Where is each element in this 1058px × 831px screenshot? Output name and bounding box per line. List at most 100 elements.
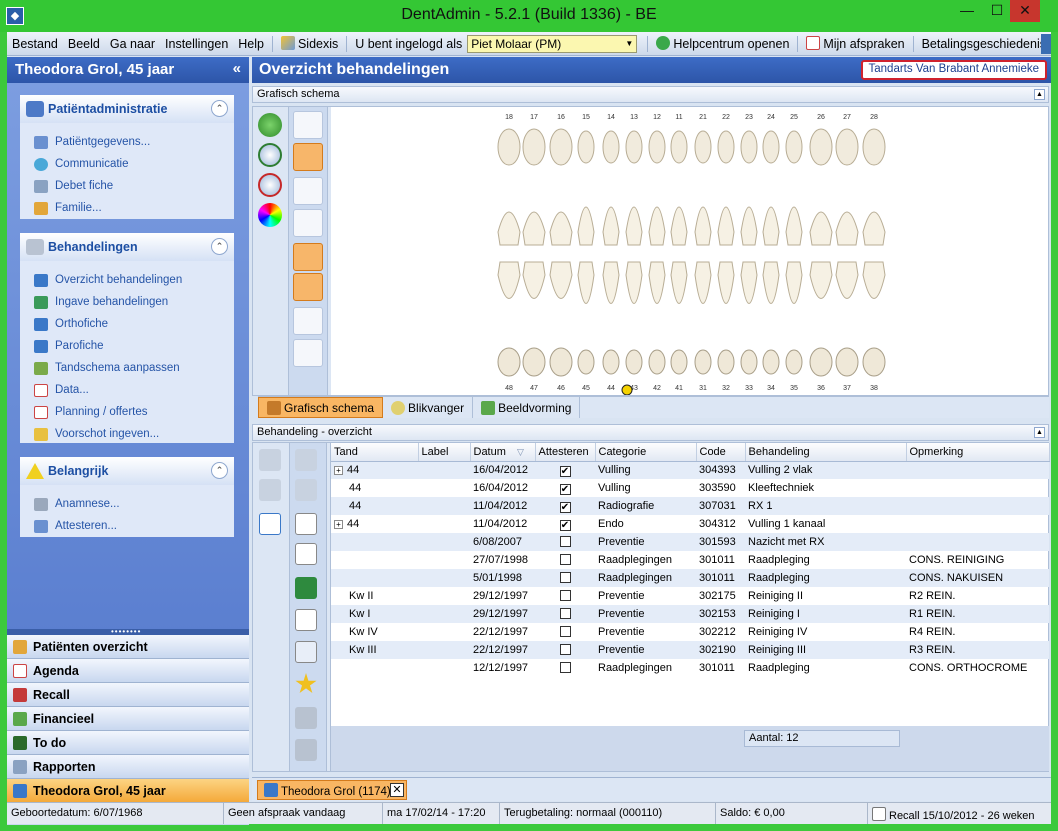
print-preview-icon[interactable]: [295, 739, 317, 761]
collapse-group-icon[interactable]: ⌃: [211, 238, 228, 255]
table-row[interactable]: 5/01/1998 Raadplegingen 301011 Raadpleging C…: [331, 569, 1049, 587]
zoom-in-icon[interactable]: [258, 143, 282, 167]
print-icon[interactable]: [293, 209, 323, 237]
nav-item-data[interactable]: Data...: [20, 379, 234, 401]
attest-checkbox[interactable]: [559, 571, 571, 583]
group-header-important[interactable]: Belangrijk ⌃: [20, 457, 234, 485]
refresh-icon[interactable]: [258, 113, 282, 137]
column-header-datum[interactable]: Datum ▽: [470, 443, 536, 462]
table-row[interactable]: 6/08/2007 Preventie 301593 Nazicht met RX: [331, 533, 1049, 551]
user-select[interactable]: Piet Molaar (PM) ▼: [467, 34, 638, 53]
tooth[interactable]: [577, 130, 595, 375]
tooth[interactable]: [602, 130, 620, 375]
tooth[interactable]: [625, 130, 643, 375]
nav-item-enter-treatments[interactable]: Ingave behandelingen: [20, 291, 234, 313]
column-header-behandeling[interactable]: Behandeling: [745, 443, 907, 462]
tooth[interactable]: [740, 130, 758, 375]
arrow-right-icon[interactable]: [293, 307, 323, 335]
table-row[interactable]: +44 16/04/2012 ✔ Vulling 304393 Vulling 2 vla…: [331, 461, 1049, 479]
menu-beeld[interactable]: Beeld: [63, 37, 105, 51]
table-row[interactable]: 44 16/04/2012 ✔ Vulling 303590 Kleeftechniek: [331, 479, 1049, 497]
dental-chart[interactable]: 18 17 16 15 14 13 12 11 21 22 23 24 25 26 27 28 48 47 46 45…: [331, 107, 1048, 396]
cell-attesteren[interactable]: ✔: [535, 461, 595, 479]
table-row[interactable]: Kw I 29/12/1997 Preventie 302153 Reiniging I…: [331, 605, 1049, 623]
tab-eye-catcher[interactable]: Blikvanger: [383, 397, 474, 418]
table-row[interactable]: 44 11/04/2012 ✔ Radiografie 307031 RX 1: [331, 497, 1049, 515]
collapse-panel-icon[interactable]: ▲: [1034, 427, 1045, 438]
attest-checkbox[interactable]: [559, 535, 571, 547]
star-icon[interactable]: [295, 673, 317, 694]
cell-attesteren[interactable]: [535, 659, 595, 677]
column-header-categorie[interactable]: Categorie: [595, 443, 697, 462]
nav-button-todo[interactable]: To do: [7, 731, 249, 755]
attest-checkbox[interactable]: ✔: [559, 501, 571, 513]
cell-attesteren[interactable]: [535, 533, 595, 551]
tooth[interactable]: [835, 128, 859, 377]
nav-item-advance-payment[interactable]: Voorschot ingeven...: [20, 423, 234, 445]
nav-button-financial[interactable]: Financieel: [7, 707, 249, 731]
menu-bestand[interactable]: Bestand: [7, 37, 63, 51]
nav-item-tooth-chart-edit[interactable]: Tandschema aanpassen: [20, 357, 234, 379]
column-header-opmerking[interactable]: Opmerking: [906, 443, 1050, 462]
menu-instellingen[interactable]: Instellingen: [160, 37, 233, 51]
table-row[interactable]: Kw II 29/12/1997 Preventie 302175 Reiniging …: [331, 587, 1049, 605]
cell-attesteren[interactable]: [535, 605, 595, 623]
tooth[interactable]: [694, 130, 712, 375]
document-tab-patient[interactable]: Theodora Grol (1174) ✕: [257, 780, 407, 800]
nav-item-planning[interactable]: Planning / offertes: [20, 401, 234, 423]
close-tab-icon[interactable]: ✕: [390, 783, 404, 797]
attest-checkbox[interactable]: [559, 643, 571, 655]
cell-attesteren[interactable]: [535, 641, 595, 659]
cell-attesteren[interactable]: ✔: [535, 497, 595, 515]
table-row[interactable]: 27/07/1998 Raadplegingen 301011 Raadpleging…: [331, 551, 1049, 569]
payment-history-button[interactable]: Betalingsgeschiedenis: [917, 37, 1051, 51]
attest-checkbox[interactable]: ✔: [559, 483, 571, 495]
tooth[interactable]: [648, 130, 666, 375]
help-center-button[interactable]: Helpcentrum openen: [651, 36, 794, 51]
column-header-attesteren[interactable]: Attesteren: [535, 443, 596, 462]
nav-button-agenda[interactable]: Agenda: [7, 659, 249, 683]
my-appointments-button[interactable]: Mijn afspraken: [801, 36, 909, 51]
column-header-code[interactable]: Code: [696, 443, 746, 462]
table-row[interactable]: 12/12/1997 Raadplegingen 301011 Raadpleging…: [331, 659, 1049, 677]
nav-item-orthofiche[interactable]: Orthofiche: [20, 313, 234, 335]
maximize-button[interactable]: ☐: [982, 0, 1012, 22]
attest-checkbox[interactable]: ✔: [559, 519, 571, 531]
close-button[interactable]: ✕: [1010, 0, 1040, 22]
tooth[interactable]: [497, 128, 521, 377]
tooth-view-icon[interactable]: [293, 111, 323, 139]
image-icon[interactable]: [293, 177, 323, 205]
group-header-patient-admin[interactable]: Patiëntadministratie ⌃: [20, 95, 234, 123]
menu-overflow-button[interactable]: [1041, 34, 1051, 54]
tooth[interactable]: [717, 130, 735, 375]
zoom-out-icon[interactable]: [258, 173, 282, 197]
menu-ga-naar[interactable]: Ga naar: [105, 37, 160, 51]
cell-attesteren[interactable]: [535, 569, 595, 587]
nav-item-family[interactable]: Familie...: [20, 197, 234, 219]
nav-button-reports[interactable]: Rapporten: [7, 755, 249, 779]
cell-attesteren[interactable]: ✔: [535, 479, 595, 497]
teeth-add-icon[interactable]: [259, 449, 281, 471]
nav-item-communication[interactable]: Communicatie: [20, 153, 234, 175]
cell-attesteren[interactable]: [535, 587, 595, 605]
teeth-drawing[interactable]: 18 17 16 15 14 13 12 11 21 22 23 24 25 26 27 28 48 47 46 45…: [331, 107, 1048, 396]
tooth[interactable]: [549, 128, 573, 377]
color-wheel-icon[interactable]: [258, 203, 282, 227]
cell-attesteren[interactable]: [535, 623, 595, 641]
attest-checkbox[interactable]: [559, 661, 571, 673]
tooth[interactable]: [785, 130, 803, 375]
collapse-group-icon[interactable]: ⌃: [211, 100, 228, 117]
collapse-panel-icon[interactable]: ▲: [1034, 89, 1045, 100]
teeth-edit-icon[interactable]: [259, 479, 281, 501]
expand-all-icon[interactable]: [295, 513, 317, 535]
print-icon[interactable]: [295, 707, 317, 729]
cell-attesteren[interactable]: ✔: [535, 515, 595, 533]
tooth[interactable]: [762, 130, 780, 375]
nav-button-current-patient[interactable]: Theodora Grol, 45 jaar: [7, 779, 249, 803]
attest-checkbox[interactable]: [559, 607, 571, 619]
nav-button-recall[interactable]: Recall: [7, 683, 249, 707]
column-header-tand[interactable]: Tand: [331, 443, 419, 462]
document-icon[interactable]: [295, 609, 317, 631]
group-header-treatments[interactable]: Behandelingen ⌃: [20, 233, 234, 261]
check-icon[interactable]: [293, 339, 323, 367]
